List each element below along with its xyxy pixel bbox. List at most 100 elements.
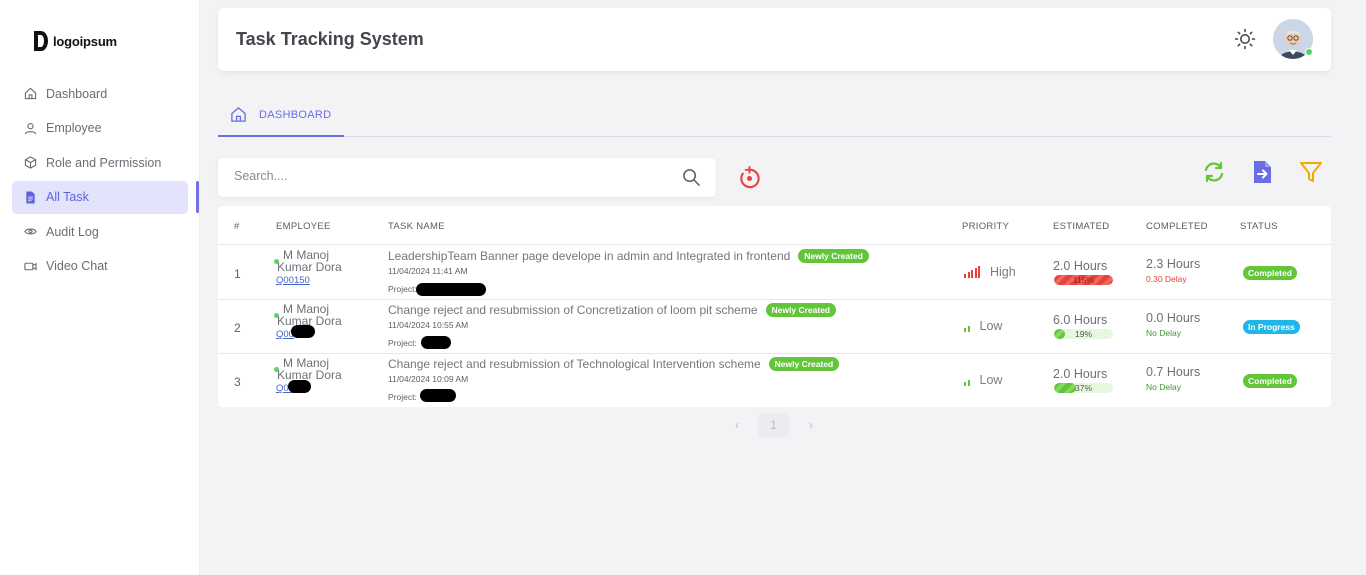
- pagination-page[interactable]: 1: [758, 413, 789, 437]
- employee-name: M Manoj Kumar Dora: [277, 302, 342, 328]
- document-icon: [26, 190, 35, 204]
- estimated-hours: 2.0 Hours: [1053, 259, 1108, 273]
- sidebar: logoipsum Dashboard Employee Role and Pe…: [0, 0, 200, 575]
- sidebar-item-dashboard[interactable]: Dashboard: [12, 77, 188, 110]
- employee-code-link[interactable]: Q00150: [276, 275, 310, 286]
- sidebar-item-label: Video Chat: [46, 259, 108, 273]
- task-name: Change reject and resubmission of Concre…: [388, 303, 758, 317]
- sidebar-nav: Dashboard Employee Role and Permission A…: [12, 77, 188, 284]
- brand-logo[interactable]: logoipsum: [34, 31, 117, 51]
- column-header-task-name[interactable]: TASK NAME: [388, 221, 445, 232]
- table-row[interactable]: 2 M Manoj Kumar Dora Q00 Change reject a…: [218, 300, 1331, 354]
- pagination-next[interactable]: ›: [802, 413, 820, 437]
- progress-bar: 37%: [1054, 383, 1113, 393]
- redaction-mark: [416, 283, 486, 296]
- priority-cell: High: [964, 265, 1016, 279]
- logo-mark-icon: [34, 31, 48, 51]
- progress-label: 19%: [1074, 329, 1092, 339]
- status-badge: Completed: [1243, 374, 1297, 388]
- status-badge: In Progress: [1243, 320, 1300, 334]
- project-label: Project:: [388, 392, 417, 402]
- newly-created-badge: Newly Created: [765, 303, 837, 317]
- online-status-dot: [1305, 48, 1313, 56]
- delay-note: No Delay: [1146, 382, 1181, 392]
- sidebar-item-all-task[interactable]: All Task: [12, 180, 188, 214]
- tab-dashboard[interactable]: DASHBOARD: [218, 94, 344, 137]
- priority-label: High: [990, 265, 1016, 279]
- task-date: 11/04/2024 11:41 AM: [388, 266, 468, 276]
- priority-cell: Low: [964, 319, 1002, 333]
- active-indicator: [196, 181, 199, 213]
- column-header-estimated[interactable]: ESTIMATED: [1053, 221, 1109, 232]
- pagination-prev[interactable]: ‹: [728, 413, 746, 437]
- column-header-completed[interactable]: COMPLETED: [1146, 221, 1208, 232]
- project-label: Project:: [388, 284, 417, 294]
- employee-name: M Manoj Kumar Dora: [277, 248, 342, 274]
- home-icon: [24, 87, 37, 100]
- column-header-status[interactable]: STATUS: [1240, 221, 1278, 232]
- filter-icon[interactable]: [1299, 160, 1323, 184]
- task-date: 11/04/2024 10:55 AM: [388, 320, 469, 330]
- sidebar-item-label: Role and Permission: [46, 155, 162, 170]
- page-title: Task Tracking System: [236, 29, 424, 49]
- priority-cell: Low: [964, 373, 1002, 387]
- task-title[interactable]: Change reject and resubmission of Techno…: [388, 357, 840, 371]
- redaction-mark: [288, 380, 311, 393]
- progress-bar: 115%: [1054, 275, 1113, 285]
- row-index: 1: [234, 267, 241, 281]
- sidebar-item-audit-log[interactable]: Audit Log: [12, 215, 188, 248]
- top-header: Task Tracking System: [218, 8, 1331, 71]
- column-header-priority[interactable]: PRIORITY: [962, 221, 1009, 232]
- sidebar-item-role-permission[interactable]: Role and Permission: [12, 146, 188, 179]
- tab-bar: DASHBOARD: [218, 94, 1331, 137]
- search-input[interactable]: [234, 169, 664, 183]
- task-table: # EMPLOYEE TASK NAME PRIORITY ESTIMATED …: [218, 206, 1331, 407]
- progress-label: 37%: [1074, 383, 1092, 393]
- row-index: 3: [234, 375, 241, 389]
- completed-hours: 2.3 Hours: [1146, 257, 1201, 271]
- progress-bar: 19%: [1054, 329, 1113, 339]
- table-row[interactable]: 1 M Manoj Kumar Dora Q00150 LeadershipTe…: [218, 246, 1331, 300]
- project-label: Project:: [388, 338, 417, 348]
- refresh-icon[interactable]: [1202, 160, 1226, 184]
- sidebar-item-label: Audit Log: [46, 224, 99, 239]
- task-name: LeadershipTeam Banner page develope in a…: [388, 249, 791, 263]
- progress-label: 115%: [1072, 275, 1095, 285]
- user-icon: [24, 122, 37, 134]
- eye-icon: [24, 228, 37, 235]
- reset-icon[interactable]: [737, 166, 762, 191]
- priority-label: Low: [979, 373, 1003, 387]
- newly-created-badge: Newly Created: [798, 249, 869, 263]
- completed-hours: 0.7 Hours: [1146, 365, 1201, 379]
- sidebar-item-video-chat[interactable]: Video Chat: [12, 250, 188, 283]
- signal-bars-icon: [964, 320, 970, 332]
- task-title[interactable]: Change reject and resubmission of Concre…: [388, 303, 837, 317]
- table-row[interactable]: 3 M Manoj Kumar Dora Q00 Change reject a…: [218, 354, 1331, 408]
- sidebar-item-label: Employee: [46, 121, 102, 135]
- priority-label: Low: [979, 319, 1003, 333]
- header-divider: [218, 244, 1331, 245]
- signal-bars-icon: [964, 266, 980, 278]
- task-title[interactable]: LeadershipTeam Banner page develope in a…: [388, 249, 869, 263]
- search-box: [218, 158, 716, 197]
- row-index: 2: [234, 321, 241, 335]
- column-header-index: #: [234, 221, 240, 232]
- logo-text: logoipsum: [53, 33, 117, 49]
- search-icon[interactable]: [682, 168, 701, 187]
- redaction-mark: [291, 325, 315, 338]
- task-name: Change reject and resubmission of Techno…: [388, 357, 761, 371]
- employee-name: M Manoj Kumar Dora: [277, 356, 342, 382]
- signal-bars-icon: [964, 374, 970, 386]
- tab-label: DASHBOARD: [259, 108, 332, 121]
- sun-icon[interactable]: [1234, 28, 1256, 50]
- estimated-hours: 2.0 Hours: [1053, 367, 1108, 381]
- delay-note: No Delay: [1146, 328, 1181, 338]
- column-header-employee[interactable]: EMPLOYEE: [276, 221, 331, 232]
- task-date: 11/04/2024 10:09 AM: [388, 374, 469, 384]
- sidebar-item-employee[interactable]: Employee: [12, 112, 188, 145]
- estimated-hours: 6.0 Hours: [1053, 313, 1108, 327]
- export-file-icon[interactable]: [1251, 160, 1275, 184]
- home-icon: [231, 107, 246, 122]
- completed-hours: 0.0 Hours: [1146, 311, 1201, 325]
- cube-icon: [24, 156, 37, 169]
